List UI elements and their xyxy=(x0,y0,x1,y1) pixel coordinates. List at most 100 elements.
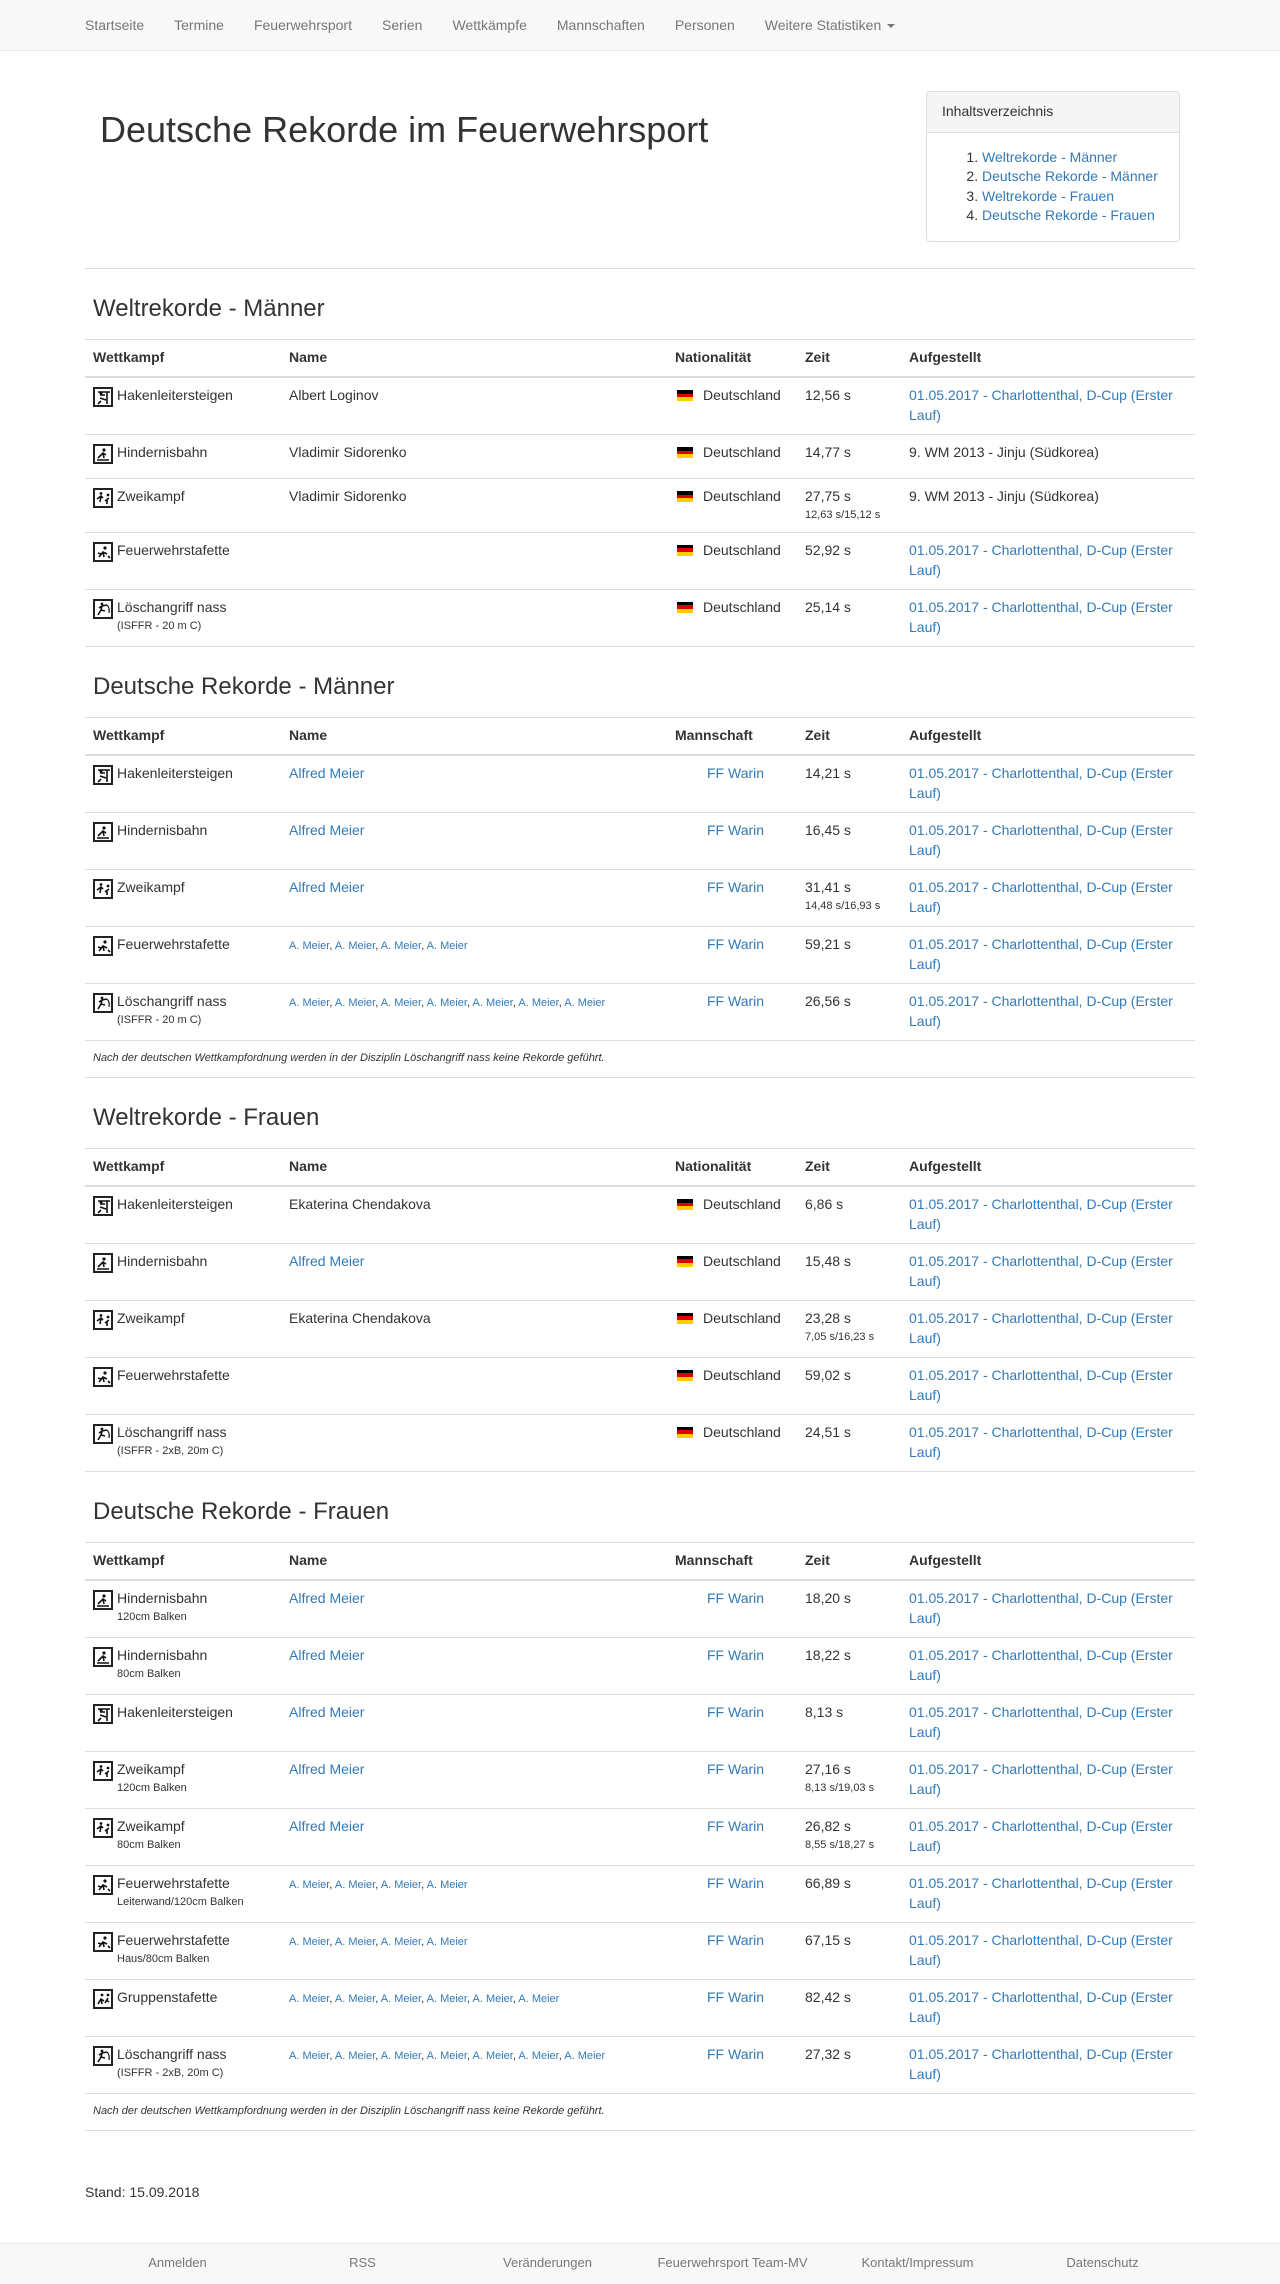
member-link[interactable]: A. Meier xyxy=(564,2050,605,2062)
event-link[interactable]: 01.05.2017 - Charlottenthal, D-Cup (Erst… xyxy=(909,822,1173,858)
member-link[interactable]: A. Meier xyxy=(473,997,513,1009)
member-link[interactable]: A. Meier xyxy=(427,1879,468,1891)
footer-link[interactable]: Anmelden xyxy=(85,2254,270,2273)
footer-link[interactable]: Feuerwehrsport Team-MV xyxy=(640,2254,825,2273)
member-link[interactable]: A. Meier xyxy=(335,997,375,1009)
member-link[interactable]: A. Meier xyxy=(289,2050,329,2062)
member-link[interactable]: A. Meier xyxy=(335,2050,375,2062)
member-link[interactable]: A. Meier xyxy=(518,1993,559,2005)
event-link[interactable]: 01.05.2017 - Charlottenthal, D-Cup (Erst… xyxy=(909,387,1173,423)
team-link[interactable]: FF Warin xyxy=(707,993,764,1009)
member-link[interactable]: A. Meier xyxy=(427,2050,467,2062)
person-link[interactable]: Alfred Meier xyxy=(289,1253,364,1269)
team-link[interactable]: FF Warin xyxy=(707,822,764,838)
member-link[interactable]: A. Meier xyxy=(335,940,375,952)
member-link[interactable]: A. Meier xyxy=(381,1936,421,1948)
event-link[interactable]: 01.05.2017 - Charlottenthal, D-Cup (Erst… xyxy=(909,765,1173,801)
team-link[interactable]: FF Warin xyxy=(707,1647,764,1663)
member-link[interactable]: A. Meier xyxy=(518,2050,558,2062)
member-link[interactable]: A. Meier xyxy=(473,2050,513,2062)
event-link[interactable]: 01.05.2017 - Charlottenthal, D-Cup (Erst… xyxy=(909,1818,1173,1854)
event-link[interactable]: 01.05.2017 - Charlottenthal, D-Cup (Erst… xyxy=(909,1761,1173,1797)
footer-link[interactable]: Veränderungen xyxy=(455,2254,640,2273)
toc-link[interactable]: Deutsche Rekorde - Frauen xyxy=(982,207,1155,223)
member-link[interactable]: A. Meier xyxy=(381,997,421,1009)
nav-item[interactable]: Feuerwehrsport xyxy=(239,0,367,50)
member-link[interactable]: A. Meier xyxy=(564,997,605,1009)
nav-item-more-dropdown[interactable]: Weitere Statistiken xyxy=(750,0,910,50)
member-link[interactable]: A. Meier xyxy=(335,1879,375,1891)
team-link[interactable]: FF Warin xyxy=(707,879,764,895)
member-link[interactable]: A. Meier xyxy=(381,1993,421,2005)
person-link[interactable]: Alfred Meier xyxy=(289,1761,364,1777)
member-link[interactable]: A. Meier xyxy=(289,940,329,952)
member-link[interactable]: A. Meier xyxy=(381,2050,421,2062)
event-link[interactable]: 01.05.2017 - Charlottenthal, D-Cup (Erst… xyxy=(909,993,1173,1029)
toc-link[interactable]: Weltrekorde - Frauen xyxy=(982,188,1114,204)
footer-link[interactable]: Kontakt/Impressum xyxy=(825,2254,1010,2273)
member-link[interactable]: A. Meier xyxy=(427,940,468,952)
person-link[interactable]: Alfred Meier xyxy=(289,765,364,781)
member-link[interactable]: A. Meier xyxy=(381,940,421,952)
discipline-detail: Leiterwand/120cm Balken xyxy=(117,1896,244,1909)
member-link[interactable]: A. Meier xyxy=(289,997,329,1009)
team-link[interactable]: FF Warin xyxy=(707,765,764,781)
event-link[interactable]: 01.05.2017 - Charlottenthal, D-Cup (Erst… xyxy=(909,542,1173,578)
nav-item[interactable]: Termine xyxy=(159,0,239,50)
footer-link[interactable]: RSS xyxy=(270,2254,455,2273)
person-link[interactable]: Alfred Meier xyxy=(289,1704,364,1720)
team-link[interactable]: FF Warin xyxy=(707,1989,764,2005)
member-link[interactable]: A. Meier xyxy=(289,1879,329,1891)
event-link[interactable]: 01.05.2017 - Charlottenthal, D-Cup (Erst… xyxy=(909,936,1173,972)
toc-link[interactable]: Deutsche Rekorde - Männer xyxy=(982,168,1158,184)
toc-link[interactable]: Weltrekorde - Männer xyxy=(982,149,1117,165)
person-link[interactable]: Alfred Meier xyxy=(289,822,364,838)
team-link[interactable]: FF Warin xyxy=(707,936,764,952)
person-link[interactable]: Alfred Meier xyxy=(289,879,364,895)
member-link[interactable]: A. Meier xyxy=(289,1936,329,1948)
person-link[interactable]: Alfred Meier xyxy=(289,1647,364,1663)
person-link[interactable]: Alfred Meier xyxy=(289,1818,364,1834)
nav-item[interactable]: Personen xyxy=(660,0,750,50)
event-link[interactable]: 01.05.2017 - Charlottenthal, D-Cup (Erst… xyxy=(909,1704,1173,1740)
event-link[interactable]: 01.05.2017 - Charlottenthal, D-Cup (Erst… xyxy=(909,879,1173,915)
event-link[interactable]: 01.05.2017 - Charlottenthal, D-Cup (Erst… xyxy=(909,1367,1173,1403)
team-link[interactable]: FF Warin xyxy=(707,1818,764,1834)
event-link[interactable]: 01.05.2017 - Charlottenthal, D-Cup (Erst… xyxy=(909,1989,1173,2025)
event-link[interactable]: 01.05.2017 - Charlottenthal, D-Cup (Erst… xyxy=(909,1424,1173,1460)
member-link[interactable]: A. Meier xyxy=(427,1936,468,1948)
nav-item[interactable]: Serien xyxy=(367,0,437,50)
event-link[interactable]: 01.05.2017 - Charlottenthal, D-Cup (Erst… xyxy=(909,1875,1173,1911)
member-link[interactable]: A. Meier xyxy=(289,1993,329,2005)
gruppenstafette-icon xyxy=(93,1989,113,2010)
event-link[interactable]: 01.05.2017 - Charlottenthal, D-Cup (Erst… xyxy=(909,1253,1173,1289)
nav-item[interactable]: Mannschaften xyxy=(542,0,660,50)
event-link[interactable]: 01.05.2017 - Charlottenthal, D-Cup (Erst… xyxy=(909,1590,1173,1626)
team-link[interactable]: FF Warin xyxy=(707,1875,764,1891)
member-link[interactable]: A. Meier xyxy=(335,1993,375,2005)
nav-item[interactable]: Startseite xyxy=(70,0,159,50)
event-link[interactable]: 01.05.2017 - Charlottenthal, D-Cup (Erst… xyxy=(909,2046,1173,2082)
team-link[interactable]: FF Warin xyxy=(707,1932,764,1948)
team-link[interactable]: FF Warin xyxy=(707,1761,764,1777)
team-cell: FF Warin xyxy=(667,869,797,927)
member-link[interactable]: A. Meier xyxy=(381,1879,421,1891)
footer-link[interactable]: Datenschutz xyxy=(1010,2254,1195,2273)
table-header-row: Wettkampf Name Nationalität Zeit Aufgestellt xyxy=(85,339,1195,379)
person-link[interactable]: Alfred Meier xyxy=(289,1590,364,1606)
event-link[interactable]: 01.05.2017 - Charlottenthal, D-Cup (Erst… xyxy=(909,599,1173,635)
team-link[interactable]: FF Warin xyxy=(707,2046,764,2062)
event-link[interactable]: 01.05.2017 - Charlottenthal, D-Cup (Erst… xyxy=(909,1932,1173,1968)
event-link[interactable]: 01.05.2017 - Charlottenthal, D-Cup (Erst… xyxy=(909,1196,1173,1232)
member-link[interactable]: A. Meier xyxy=(427,997,467,1009)
member-link[interactable]: A. Meier xyxy=(518,997,558,1009)
team-link[interactable]: FF Warin xyxy=(707,1590,764,1606)
team-link[interactable]: FF Warin xyxy=(707,1704,764,1720)
nav-item[interactable]: Wettkämpfe xyxy=(437,0,541,50)
member-link[interactable]: A. Meier xyxy=(473,1993,513,2005)
event-link[interactable]: 01.05.2017 - Charlottenthal, D-Cup (Erst… xyxy=(909,1647,1173,1683)
event-link[interactable]: 01.05.2017 - Charlottenthal, D-Cup (Erst… xyxy=(909,1310,1173,1346)
member-link[interactable]: A. Meier xyxy=(335,1936,375,1948)
member-link[interactable]: A. Meier xyxy=(427,1993,467,2005)
event-cell: 01.05.2017 - Charlottenthal, D-Cup (Erst… xyxy=(901,926,1195,984)
